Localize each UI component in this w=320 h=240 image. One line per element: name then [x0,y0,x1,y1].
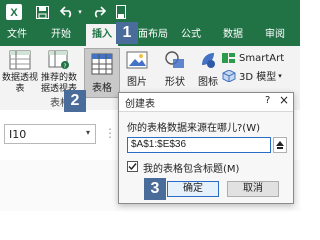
dialog-title: 创建表 [125,99,155,110]
tab-home[interactable]: 开始 [46,24,76,46]
range-prompt: 你的表格数据来源在哪儿?(W) [127,123,260,134]
smartart-button[interactable]: SmartArt [222,52,298,64]
svg-text:X: X [10,7,18,19]
tab-review[interactable]: 审阅 [260,24,290,46]
save-icon[interactable] [34,4,50,20]
table-label: 表格 [92,83,112,94]
smartart-icon [222,53,235,63]
undo-dropdown-icon[interactable]: ▾ [76,4,84,20]
ribbon-tabs: 文件 开始 插入 页面布局 公式 数据 审阅 [0,24,300,46]
formula-bar-divider: ⋮ [104,126,116,140]
name-box[interactable]: I10 [4,124,96,144]
icons-button[interactable]: 图标 [196,50,220,88]
header-checkbox-label[interactable]: 我的表格包含标题(M) [143,160,239,175]
table-icon [91,53,113,75]
redo-icon[interactable] [90,4,108,20]
name-box-value: I10 [9,128,27,141]
step-badge-1: 1 [116,22,138,44]
recommended-pivot-button[interactable]: ? 推荐的数据透视表 [40,50,78,95]
recommended-pivot-icon: ? [48,50,69,70]
dialog-title-bar: 创建表 ? × [119,93,293,112]
checkmark-icon [128,163,137,171]
name-box-dropdown-icon[interactable]: ▾ [86,128,90,137]
cube-icon [222,69,236,82]
shapes-label: 形状 [165,77,185,88]
svg-text:?: ? [63,63,66,70]
tab-formulas[interactable]: 公式 [176,24,206,46]
range-input[interactable]: $A$1:$E$36 [127,137,271,153]
excel-logo: X [6,4,22,20]
tab-insert[interactable]: 插入 [86,24,118,46]
model-3d-button[interactable]: 3D 模型 ▾ [222,68,298,83]
touch-mode-icon[interactable] [114,4,130,20]
smartart-label: SmartArt [239,52,285,64]
model-3d-dropdown-icon[interactable]: ▾ [278,72,282,80]
ok-button[interactable]: 确定 [167,181,219,197]
collapse-arrow-icon [276,141,284,149]
collapse-dialog-button[interactable] [273,137,287,153]
icons-icon [202,53,215,68]
picture-button[interactable]: 图片 [122,50,152,88]
tab-file[interactable]: 文件 [4,24,30,46]
cancel-button-label: 取消 [243,183,263,194]
dialog-help-icon[interactable]: ? [265,95,270,106]
picture-icon [126,51,148,69]
step-badge-3: 3 [144,178,166,200]
pivot-table-icon [9,50,31,70]
shapes-button[interactable]: 形状 [160,50,190,88]
title-bar: X ▾ [0,0,300,24]
ok-button-label: 确定 [183,183,203,194]
header-checkbox[interactable] [127,161,138,172]
table-button[interactable]: 表格 [84,48,120,98]
close-icon[interactable]: × [279,93,289,107]
pivot-table-button[interactable]: 数据透视表 [2,50,38,95]
step-badge-2: 2 [64,90,86,112]
picture-label: 图片 [127,77,147,88]
cancel-button[interactable]: 取消 [227,181,279,197]
tab-data[interactable]: 数据 [218,24,248,46]
range-input-value: $A$1:$E$36 [131,139,187,150]
model-3d-label: 3D 模型 [239,72,277,83]
undo-icon[interactable] [58,4,76,20]
pivot-table-label: 数据透视表 [2,73,39,94]
icons-label: 图标 [198,77,218,88]
shapes-icon [165,51,184,68]
